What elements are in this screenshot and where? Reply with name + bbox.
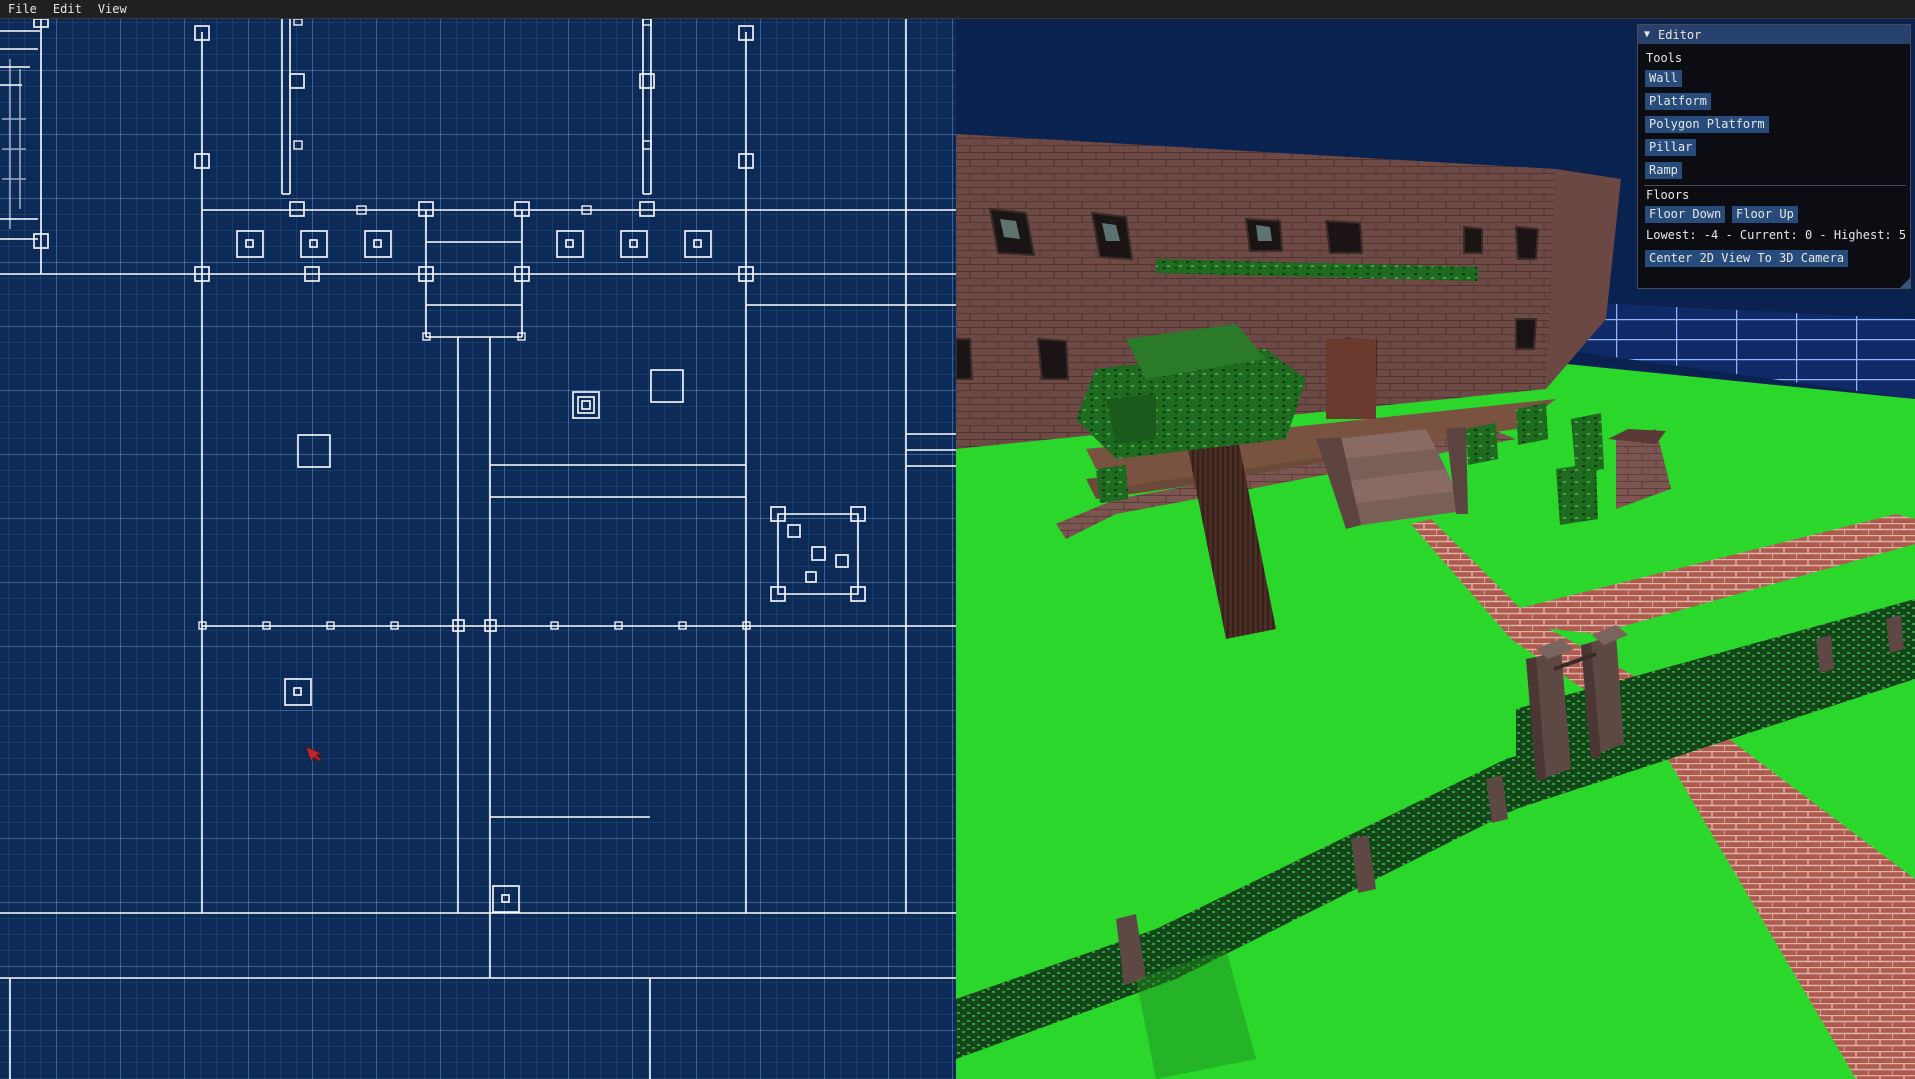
plan-pillars bbox=[236, 230, 712, 913]
editor-panel[interactable]: ▼ Editor Tools Wall Platform Polygon Pla… bbox=[1637, 24, 1911, 289]
mouse-cursor-icon bbox=[305, 746, 322, 763]
plan-node bbox=[289, 201, 305, 217]
plan-platform bbox=[297, 434, 331, 468]
resize-grip[interactable] bbox=[1900, 278, 1910, 288]
tools-label: Tools bbox=[1646, 51, 1683, 65]
plan-node bbox=[639, 201, 655, 217]
plan-node bbox=[289, 73, 305, 89]
menu-file[interactable]: File bbox=[0, 0, 45, 18]
plan-wall bbox=[906, 433, 956, 467]
plan-polygon-platform bbox=[770, 506, 866, 602]
platform-button[interactable]: Platform bbox=[1645, 93, 1711, 110]
plan-platform bbox=[650, 369, 684, 403]
menu-bar: File Edit View bbox=[0, 0, 1915, 19]
floor-down-button[interactable]: Floor Down bbox=[1645, 206, 1726, 223]
separator bbox=[1644, 185, 1906, 186]
door bbox=[1326, 339, 1376, 419]
plan-wall bbox=[281, 19, 291, 195]
floors-label: Floors bbox=[1646, 188, 1690, 202]
2d-plan-view[interactable] bbox=[0, 19, 956, 1079]
floor-up-button[interactable]: Floor Up bbox=[1732, 206, 1798, 223]
collapse-triangle-icon[interactable]: ▼ bbox=[1644, 29, 1650, 40]
center-2d-view-button[interactable]: Center 2D View To 3D Camera bbox=[1645, 250, 1849, 267]
floor-info-text: Lowest: -4 - Current: 0 - Highest: 5 bbox=[1646, 228, 1907, 242]
ramp-button[interactable]: Ramp bbox=[1645, 162, 1682, 179]
menu-view[interactable]: View bbox=[90, 0, 135, 18]
editor-title: Editor bbox=[1658, 27, 1702, 42]
plan-wall bbox=[642, 19, 652, 195]
editor-title-bar[interactable]: ▼ Editor bbox=[1638, 25, 1910, 44]
plan-node bbox=[639, 73, 655, 89]
plan-wall bbox=[9, 978, 651, 1079]
menu-edit[interactable]: Edit bbox=[45, 0, 90, 18]
pillar-button[interactable]: Pillar bbox=[1645, 139, 1697, 156]
plan-drawing bbox=[0, 19, 956, 1079]
plan-wall bbox=[490, 464, 746, 498]
plan-wall bbox=[457, 337, 491, 978]
polygon-platform-button[interactable]: Polygon Platform bbox=[1645, 116, 1769, 133]
wall-button[interactable]: Wall bbox=[1645, 70, 1682, 87]
